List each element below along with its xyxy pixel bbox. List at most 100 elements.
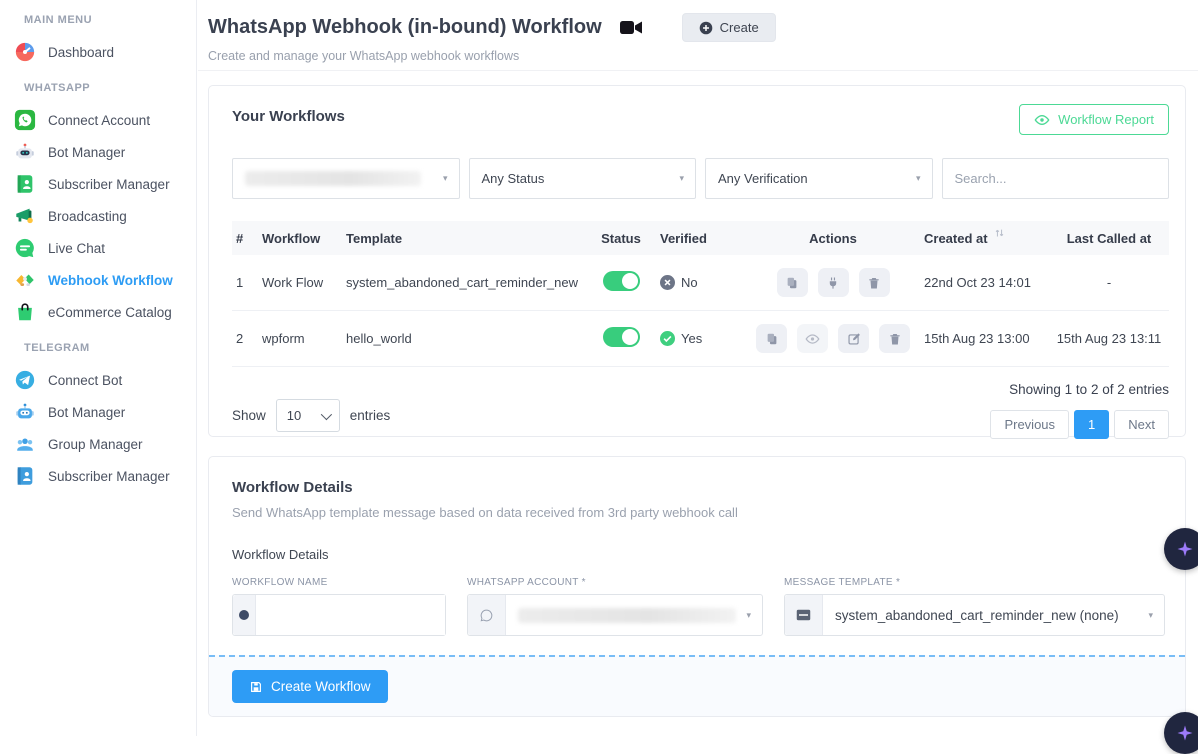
- page-header: WhatsApp Webhook (in-bound) Workflow Cre…: [198, 0, 1198, 71]
- sidebar-item-label: Webhook Workflow: [48, 273, 173, 288]
- cell-num: 2: [232, 331, 258, 346]
- col-num: #: [232, 231, 258, 246]
- workflow-name-input[interactable]: [256, 595, 445, 635]
- search-input[interactable]: [942, 158, 1170, 199]
- x-circle-icon: [660, 275, 675, 290]
- cell-created-at: 15th Aug 23 13:00: [920, 331, 1052, 346]
- sidebar: MAIN MENU Dashboard WHATSAPP Connect Acc…: [0, 0, 197, 736]
- chevron-down-icon: ▾: [679, 173, 684, 184]
- sidebar-item-label: Group Manager: [48, 437, 143, 452]
- sparkle-icon: [1176, 540, 1194, 558]
- broadcast-megaphone-icon: [13, 204, 37, 228]
- telegram-subscriber-book-icon: [13, 464, 37, 488]
- workflows-table: # Workflow Template Status Verified Acti…: [232, 221, 1169, 367]
- col-last-called: Last Called at: [1052, 231, 1162, 246]
- live-chat-icon: [13, 236, 37, 260]
- workflow-report-button[interactable]: Workflow Report: [1019, 104, 1169, 135]
- ai-assistant-fab[interactable]: [1164, 712, 1198, 754]
- subscriber-book-icon: [13, 172, 37, 196]
- sidebar-item-label: Subscriber Manager: [48, 469, 170, 484]
- section-label-whatsapp: WHATSAPP: [0, 68, 196, 104]
- section-label-main-menu: MAIN MENU: [0, 0, 196, 36]
- save-floppy-icon: [249, 680, 263, 694]
- plus-circle-icon: [699, 21, 713, 35]
- chevron-down-icon: [321, 408, 332, 419]
- pagination: Previous 1 Next: [990, 410, 1169, 439]
- create-button[interactable]: Create: [682, 13, 776, 42]
- chevron-down-icon: ▾: [1148, 610, 1153, 621]
- trash-action-button[interactable]: [859, 268, 890, 297]
- status-toggle[interactable]: [603, 327, 640, 347]
- dashboard-gauge-icon: [13, 40, 37, 64]
- sidebar-item-ecommerce-catalog[interactable]: eCommerce Catalog: [0, 296, 196, 328]
- status-filter-select[interactable]: Any Status ▾: [469, 158, 697, 199]
- page-title: WhatsApp Webhook (in-bound) Workflow: [208, 16, 602, 39]
- pagination-next-button[interactable]: Next: [1114, 410, 1169, 439]
- col-template: Template: [342, 231, 582, 246]
- show-label: Show: [232, 408, 266, 423]
- group-people-icon: [13, 432, 37, 456]
- sidebar-item-label: Live Chat: [48, 241, 105, 256]
- workflow-name-label: WORKFLOW NAME: [232, 577, 446, 588]
- sidebar-item-label: Connect Account: [48, 113, 150, 128]
- plug-action-button[interactable]: [818, 268, 849, 297]
- sidebar-item-connect-bot[interactable]: Connect Bot: [0, 364, 196, 396]
- sidebar-item-label: Bot Manager: [48, 145, 125, 160]
- message-template-label: MESSAGE TEMPLATE *: [784, 577, 1165, 588]
- col-actions: Actions: [742, 231, 920, 246]
- entries-per-page-select[interactable]: 10: [276, 399, 340, 432]
- col-created-at[interactable]: Created at: [920, 231, 1052, 246]
- sidebar-item-broadcasting[interactable]: Broadcasting: [0, 200, 196, 232]
- workflows-card: Your Workflows Workflow Report ▾ Any Sta…: [208, 85, 1186, 437]
- cell-last-called: 15th Aug 23 13:11: [1052, 331, 1162, 346]
- main-content: WhatsApp Webhook (in-bound) Workflow Cre…: [198, 0, 1198, 736]
- workflow-report-label: Workflow Report: [1058, 112, 1154, 127]
- sidebar-item-bot-manager[interactable]: Bot Manager: [0, 136, 196, 168]
- video-camera-icon[interactable]: [618, 17, 644, 39]
- sidebar-item-dashboard[interactable]: Dashboard: [0, 36, 196, 68]
- verification-filter-value: Any Verification: [718, 171, 808, 186]
- sidebar-item-connect-account[interactable]: Connect Account: [0, 104, 196, 136]
- sidebar-item-webhook-workflow[interactable]: Webhook Workflow: [0, 264, 196, 296]
- whatsapp-account-select[interactable]: ▾: [467, 594, 763, 636]
- copy-action-button[interactable]: [756, 324, 787, 353]
- status-toggle[interactable]: [603, 271, 640, 291]
- page-subtitle: Create and manage your WhatsApp webhook …: [208, 49, 1198, 63]
- account-filter-select[interactable]: ▾: [232, 158, 460, 199]
- ai-assistant-fab[interactable]: [1164, 528, 1198, 570]
- redacted-account-value: [245, 171, 421, 186]
- verification-filter-select[interactable]: Any Verification ▾: [705, 158, 933, 199]
- sidebar-item-telegram-subscriber-manager[interactable]: Subscriber Manager: [0, 460, 196, 492]
- workflows-card-title: Your Workflows: [232, 104, 345, 125]
- cell-last-called: -: [1052, 275, 1162, 290]
- chevron-down-icon: ▾: [746, 610, 751, 621]
- table-header-row: # Workflow Template Status Verified Acti…: [232, 221, 1169, 255]
- ecommerce-bag-icon: [13, 300, 37, 324]
- verified-label: Yes: [681, 331, 702, 346]
- view-action-button[interactable]: [797, 324, 828, 353]
- sidebar-item-group-manager[interactable]: Group Manager: [0, 428, 196, 460]
- copy-action-button[interactable]: [777, 268, 808, 297]
- sidebar-item-label: Broadcasting: [48, 209, 127, 224]
- sidebar-item-live-chat[interactable]: Live Chat: [0, 232, 196, 264]
- verified-label: No: [681, 275, 698, 290]
- cell-created-at: 22nd Oct 23 14:01: [920, 275, 1052, 290]
- create-workflow-button[interactable]: Create Workflow: [232, 670, 388, 703]
- whatsapp-account-label: WHATSAPP ACCOUNT *: [467, 577, 763, 588]
- sidebar-item-telegram-bot-manager[interactable]: Bot Manager: [0, 396, 196, 428]
- details-card-title: Workflow Details: [232, 475, 1169, 496]
- create-button-label: Create: [720, 20, 759, 35]
- edit-action-button[interactable]: [838, 324, 869, 353]
- status-filter-value: Any Status: [482, 171, 545, 186]
- details-card-subtitle: Send WhatsApp template message based on …: [232, 505, 1169, 520]
- trash-action-button[interactable]: [879, 324, 910, 353]
- pagination-previous-button[interactable]: Previous: [990, 410, 1069, 439]
- table-row: 2 wpform hello_world Yes 15th Aug 23 13:…: [232, 311, 1169, 367]
- message-template-select[interactable]: system_abandoned_cart_reminder_new (none…: [784, 594, 1165, 636]
- cell-template: hello_world: [342, 331, 582, 346]
- bot-icon: [13, 140, 37, 164]
- whatsapp-icon: [13, 108, 37, 132]
- pagination-page-1-button[interactable]: 1: [1074, 410, 1109, 439]
- sidebar-item-subscriber-manager[interactable]: Subscriber Manager: [0, 168, 196, 200]
- workflow-details-card: Workflow Details Send WhatsApp template …: [208, 456, 1186, 717]
